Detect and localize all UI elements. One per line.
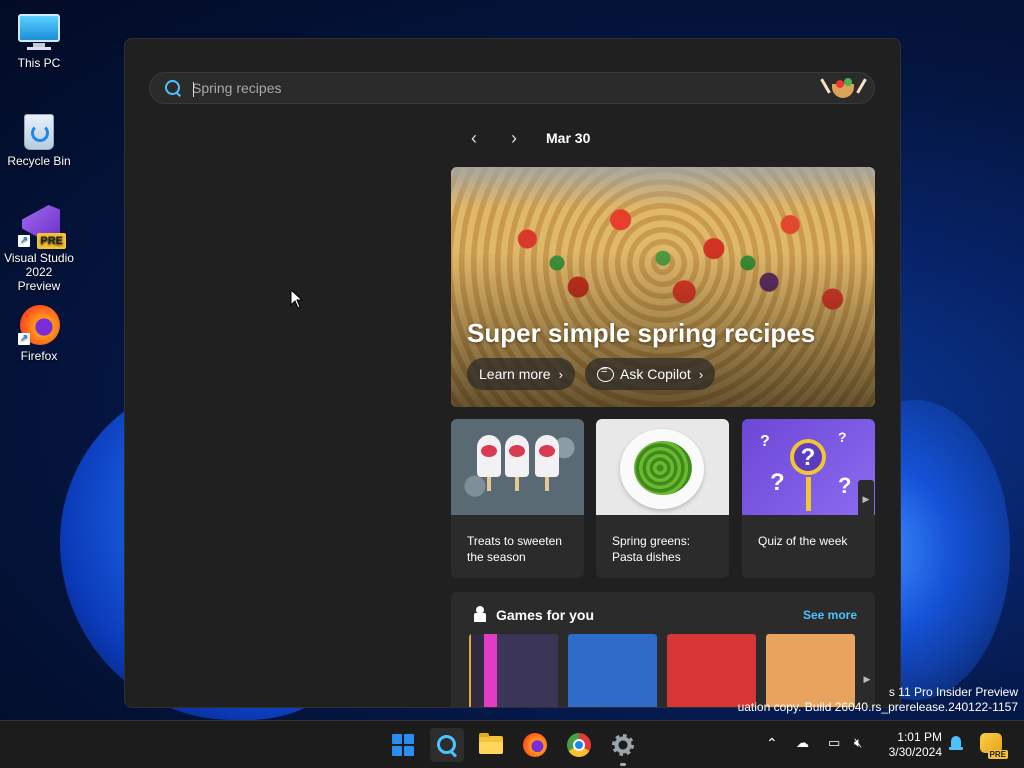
quiz-image: ? ? ? ? ? xyxy=(742,419,875,515)
learn-more-label: Learn more xyxy=(479,366,551,382)
recycle-bin-icon xyxy=(18,108,60,150)
chevron-right-icon: › xyxy=(558,366,563,382)
see-more-link[interactable]: See more xyxy=(803,608,857,622)
shortcut-arrow-icon: ↗ xyxy=(18,235,30,247)
ask-copilot-label: Ask Copilot xyxy=(620,366,691,382)
popsicles-image xyxy=(451,419,584,515)
card-treats[interactable]: Treats to sweeten the season xyxy=(451,419,584,578)
chat-bubble-icon xyxy=(597,365,614,382)
network-icon[interactable]: ▭ xyxy=(828,735,840,751)
taskbar-search-button[interactable] xyxy=(430,728,464,762)
file-explorer-button[interactable] xyxy=(474,728,508,762)
start-button[interactable] xyxy=(386,728,420,762)
windows-logo-icon xyxy=(392,734,414,756)
watermark-line-1: s 11 Pro Insider Preview xyxy=(888,685,1018,699)
gear-icon xyxy=(612,734,634,756)
previous-day-button[interactable]: ‹ xyxy=(460,127,488,149)
search-icon xyxy=(437,735,457,755)
pesto-pasta-image xyxy=(596,419,729,515)
games-title: Games for you xyxy=(496,607,595,623)
next-day-button[interactable]: › xyxy=(500,127,528,149)
chevron-right-icon: › xyxy=(698,366,704,382)
clock-date: 3/30/2024 xyxy=(888,745,942,759)
card-title: Quiz of the week xyxy=(758,534,848,548)
folder-icon xyxy=(479,733,503,754)
card-quiz[interactable]: ? ? ? ? ? Quiz of the week xyxy=(742,419,875,578)
desktop-icon-label: Recycle Bin xyxy=(7,154,71,168)
game-tile[interactable] xyxy=(568,634,657,707)
taskbar: ⌃ ☁ ▭ 🔇︎ 1:01 PM 3/30/2024 PRE xyxy=(0,720,1024,768)
copilot-preview-icon[interactable]: PRE xyxy=(980,733,1008,759)
search-box[interactable] xyxy=(149,72,875,104)
clock[interactable]: 1:01 PM 3/30/2024 xyxy=(880,730,942,760)
settings-taskbar-button[interactable] xyxy=(606,728,640,762)
desktop-icon-label: Visual Studio 2022 Preview xyxy=(4,251,74,293)
shortcut-arrow-icon: ↗ xyxy=(18,333,30,345)
card-title: Treats to sweeten the season xyxy=(467,534,562,564)
visual-studio-icon: PRE ↗ xyxy=(18,205,66,249)
date-navigation: ‹ › Mar 30 xyxy=(460,127,590,149)
notification-bell-icon[interactable] xyxy=(949,736,963,752)
chevron-up-icon[interactable]: ⌃ xyxy=(766,735,778,752)
current-date-label: Mar 30 xyxy=(546,130,591,146)
hero-title: Super simple spring recipes xyxy=(467,318,816,348)
desktop-icon-label: This PC xyxy=(17,56,61,70)
search-icon xyxy=(164,79,182,97)
search-highlight-food-icon[interactable] xyxy=(820,76,867,102)
desktop-icon-firefox[interactable]: ↗ Firefox xyxy=(4,303,74,363)
chrome-icon xyxy=(567,733,591,757)
clock-time: 1:01 PM xyxy=(897,730,942,744)
desktop-icon-label: Firefox xyxy=(20,349,58,363)
chrome-taskbar-button[interactable] xyxy=(562,728,596,762)
cards-scroll-right-icon[interactable]: ▶ xyxy=(858,480,874,518)
game-tile[interactable] xyxy=(469,634,558,707)
card-title: Spring greens: Pasta dishes xyxy=(612,534,691,564)
desktop-icon-visual-studio[interactable]: PRE ↗ Visual Studio 2022 Preview xyxy=(4,205,74,293)
firefox-taskbar-button[interactable] xyxy=(518,728,552,762)
firefox-icon: ↗ xyxy=(18,303,60,345)
card-spring-greens[interactable]: Spring greens: Pasta dishes xyxy=(596,419,729,578)
volume-muted-icon[interactable]: 🔇︎ xyxy=(854,735,862,751)
desktop-icon-recycle-bin[interactable]: Recycle Bin xyxy=(4,108,74,168)
hero-card[interactable]: Super simple spring recipes Learn more ›… xyxy=(451,167,875,407)
onedrive-icon[interactable]: ☁ xyxy=(796,735,809,751)
build-watermark: s 11 Pro Insider Preview uation copy. Bu… xyxy=(738,685,1018,715)
computer-icon xyxy=(18,10,60,52)
search-input[interactable] xyxy=(192,80,874,96)
search-panel: ‹ › Mar 30 Super simple spring recipes L… xyxy=(124,38,901,708)
preview-badge: PRE xyxy=(37,233,66,249)
desktop-icon-this-pc[interactable]: This PC xyxy=(4,10,74,70)
text-caret xyxy=(193,82,194,97)
firefox-icon xyxy=(523,733,547,757)
ask-copilot-button[interactable]: Ask Copilot › xyxy=(585,358,716,390)
chess-pawn-icon xyxy=(473,606,487,622)
watermark-line-2: uation copy. Build 26040.rs_prerelease.2… xyxy=(737,700,1018,714)
learn-more-button[interactable]: Learn more › xyxy=(467,358,575,390)
running-indicator xyxy=(620,763,626,766)
